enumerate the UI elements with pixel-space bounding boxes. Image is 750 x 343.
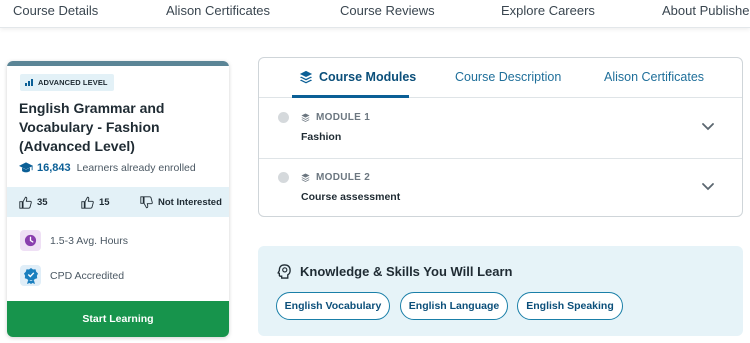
ratings-bar: 35 15 Not Interested [7, 187, 229, 217]
active-tab-indicator [292, 95, 409, 98]
thumbs-up-icon [19, 196, 32, 209]
nav-explore-careers[interactable]: Explore Careers [501, 3, 595, 18]
skills-heading-text: Knowledge & Skills You Will Learn [300, 264, 513, 279]
level-label: ADVANCED LEVEL [38, 78, 108, 87]
module-name: Fashion [301, 131, 342, 143]
accreditation-info: CPD Accredited [20, 265, 124, 286]
module-layers-icon [301, 173, 310, 182]
top-navigation: Course Details Alison Certificates Cours… [0, 0, 750, 28]
clock-icon [20, 230, 41, 251]
level-badge: ADVANCED LEVEL [20, 74, 114, 91]
skill-chip-english-language[interactable]: English Language [400, 292, 508, 320]
accreditation-label: CPD Accredited [50, 269, 125, 282]
nav-course-details[interactable]: Course Details [13, 3, 98, 18]
chevron-down-icon[interactable] [701, 119, 715, 133]
thumb-up-outline-icon [81, 196, 94, 209]
tab-course-description[interactable]: Course Description [455, 70, 561, 84]
module-label-text: MODULE 1 [316, 112, 371, 123]
nav-about-publisher[interactable]: About Publisher [662, 3, 750, 18]
module-name: Course assessment [301, 191, 401, 203]
thumbs-count: 15 [99, 197, 110, 208]
skills-heading: Knowledge & Skills You Will Learn [277, 264, 513, 279]
skill-chip-english-vocabulary[interactable]: English Vocabulary [276, 292, 390, 320]
hours-label: 1.5-3 Avg. Hours [50, 234, 129, 247]
tab-course-modules[interactable]: Course Modules [299, 70, 416, 84]
start-learning-button[interactable]: Start Learning [7, 301, 229, 337]
module-label-text: MODULE 2 [316, 172, 371, 183]
module-label: MODULE 1 [301, 112, 370, 123]
module-layers-icon [301, 113, 310, 122]
tab-alison-certificates[interactable]: Alison Certificates [604, 70, 704, 84]
module-status-dot [278, 112, 289, 123]
cpd-badge-icon [20, 265, 41, 286]
thumbs-up-button[interactable]: 15 [81, 196, 110, 209]
course-card: ADVANCED LEVEL English Grammar and Vocab… [7, 61, 229, 337]
course-modules-panel: Course Modules Course Description Alison… [258, 57, 743, 217]
learners-count: 16,843 [37, 162, 71, 174]
level-bars-icon [25, 79, 33, 86]
module-label: MODULE 2 [301, 172, 370, 183]
module-status-dot [278, 172, 289, 183]
tab-course-modules-label: Course Modules [319, 70, 417, 84]
modules-tabs: Course Modules Course Description Alison… [259, 58, 742, 98]
course-title: English Grammar and Vocabulary - Fashion… [19, 100, 165, 154]
skill-chip-english-speaking[interactable]: English Speaking [517, 292, 623, 320]
skills-panel: Knowledge & Skills You Will Learn Englis… [258, 246, 743, 336]
chevron-down-icon[interactable] [701, 179, 715, 193]
thumbs-down-icon [140, 196, 153, 209]
hours-info: 1.5-3 Avg. Hours [20, 230, 128, 251]
likes-button[interactable]: 35 [19, 196, 48, 209]
likes-count: 35 [37, 197, 48, 208]
module-row[interactable]: MODULE 1 Fashion [259, 99, 742, 159]
nav-alison-certificates[interactable]: Alison Certificates [166, 3, 270, 18]
enrollment-info: 16,843 Learners already enrolled [19, 162, 196, 174]
layers-icon [299, 70, 313, 84]
not-interested-label: Not Interested [158, 197, 222, 208]
graduation-cap-icon [19, 162, 33, 173]
card-top-bar [7, 61, 229, 66]
learners-label: Learners already enrolled [76, 162, 196, 174]
not-interested-button[interactable]: Not Interested [140, 196, 222, 209]
brain-head-icon [277, 264, 291, 279]
module-row[interactable]: MODULE 2 Course assessment [259, 158, 742, 216]
nav-course-reviews[interactable]: Course Reviews [340, 3, 435, 18]
